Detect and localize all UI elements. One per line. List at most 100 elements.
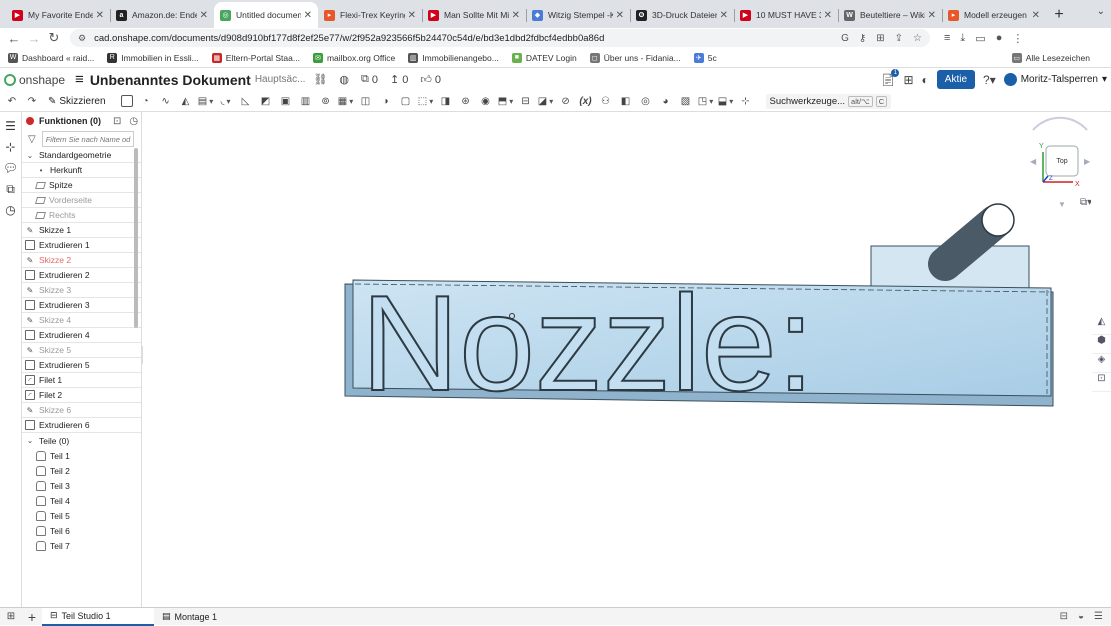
feature-item[interactable]: ✎ Skizze 6	[22, 403, 141, 418]
browser-tab[interactable]: ▸ Modell erzeugen | F✕	[942, 2, 1046, 28]
comments-icon[interactable]: 💬︎	[0, 161, 21, 175]
tab-part-studio-1[interactable]: ⊟ Teil Studio 1	[42, 607, 154, 626]
bookmark-item[interactable]: ✈ 5c	[693, 52, 717, 63]
branch-label[interactable]: Hauptsäc...	[255, 74, 306, 85]
history-icon[interactable]: ◷	[0, 203, 21, 217]
filter-funnel-icon[interactable]: ▽	[28, 134, 36, 145]
notifications-icon[interactable]: 📄︎ 1	[880, 68, 900, 87]
tab-search-chevron-icon[interactable]: ⌄	[1097, 6, 1105, 17]
render-tool-icon[interactable]: ▧	[678, 94, 694, 108]
timer-icon[interactable]: ◷	[129, 116, 138, 127]
parts-panel-icon[interactable]: ⧉	[0, 182, 21, 196]
3d-viewport[interactable]: Nozzle: Top Y X Z ◀ ▶ ▼ ⧉▾	[143, 112, 1092, 607]
versions-counter[interactable]: ⧉ 0	[361, 73, 378, 86]
learning-center-icon[interactable]: ◐	[922, 73, 929, 87]
link-icon[interactable]: ⛓	[313, 73, 327, 86]
forward-arrow-icon[interactable]: →	[24, 31, 44, 46]
tab-assembly-1[interactable]: ▤ Montage 1	[154, 608, 225, 626]
materials-panel-icon[interactable]: ◈	[1092, 354, 1111, 373]
feature-scrollbar[interactable]	[134, 148, 138, 328]
feature-item[interactable]: Extrudieren 2	[22, 268, 141, 283]
chamfer-tool-icon[interactable]: ◺	[238, 94, 254, 108]
all-bookmarks-link[interactable]: ▭ Alle Lesezeichen	[1011, 52, 1090, 63]
hole-tool-icon[interactable]: ⊚	[318, 94, 334, 108]
tab-manager-icon[interactable]: ⊞	[0, 611, 22, 622]
bookmark-item[interactable]: ■ DATEV Login	[511, 52, 577, 63]
close-tab-icon[interactable]: ✕	[408, 10, 416, 21]
rollback-icon[interactable]: ⊡	[113, 116, 121, 127]
close-tab-icon[interactable]: ✕	[96, 10, 104, 21]
pins-counter[interactable]: ↥ 0	[390, 73, 408, 87]
bookmark-star-icon[interactable]: ☆	[913, 33, 922, 44]
download-icon[interactable]: ⤓	[960, 32, 965, 45]
browser-tab[interactable]: W Beuteltiere – Wikipe✕	[838, 2, 942, 28]
google-icon[interactable]: G	[841, 33, 849, 44]
part-item[interactable]: Teil 3	[22, 478, 141, 493]
part-item[interactable]: Teil 7	[22, 538, 141, 553]
translate-icon[interactable]: ⊞	[876, 33, 884, 44]
bookmark-item[interactable]: W Dashboard « raid...	[8, 52, 94, 63]
close-tab-icon[interactable]: ✕	[824, 10, 832, 21]
browser-tab[interactable]: ◆ Witzig Stempel -Käu✕	[526, 2, 630, 28]
view-mode-icon[interactable]: ◒	[1078, 611, 1084, 622]
rotate-left-arrow-icon[interactable]: ◀	[1030, 157, 1037, 166]
section-view-icon[interactable]: ◧	[618, 94, 634, 108]
browser-tab[interactable]: a Amazon.de: Ender-3✕	[110, 2, 214, 28]
add-tab-button[interactable]: +	[22, 609, 42, 625]
plane-tool-icon[interactable]: ◨	[438, 94, 454, 108]
feature-item[interactable]: Extrudieren 6	[22, 418, 141, 433]
new-tab-button[interactable]: +	[1046, 6, 1072, 28]
mirror-tool-icon[interactable]: ◫	[358, 94, 374, 108]
pattern-tool-icon[interactable]: ▦	[338, 94, 354, 108]
browser-tab[interactable]: ▶ My Favorite Ender 3✕	[6, 2, 110, 28]
browser-tab[interactable]: ◎ Untitled document ✕	[214, 2, 318, 28]
user-menu[interactable]: Moritz-Talsperren ▾	[1003, 73, 1107, 86]
search-tools-field[interactable]: Suchwerkzeuge... alt/⌥ C	[765, 93, 892, 109]
undo-icon[interactable]: ↶	[4, 94, 20, 108]
globe-icon[interactable]: ◍	[339, 73, 349, 86]
sweep-tool-icon[interactable]: ∿	[158, 94, 174, 108]
browser-tab[interactable]: ▸ Flexi-Trex Keyring ✕	[318, 2, 422, 28]
view-options-icon[interactable]: ⧉▾	[1080, 197, 1092, 208]
feature-item[interactable]: ✎ Skizze 4	[22, 313, 141, 328]
feature-item[interactable]: ✎ Skizze 3	[22, 283, 141, 298]
profile-icon[interactable]: ●	[996, 32, 1003, 45]
feature-item[interactable]: ✎ Skizze 2	[22, 253, 141, 268]
close-tab-icon[interactable]: ✕	[616, 10, 624, 21]
onshape-logo[interactable]: onshape	[4, 73, 65, 87]
redo-icon[interactable]: ↷	[24, 94, 40, 108]
bookmark-item[interactable]: ▦ Eltern-Portal Staa...	[211, 52, 300, 63]
app-store-icon[interactable]: ⊞	[903, 73, 913, 87]
sketch-button[interactable]: ✎ Skizzieren	[48, 96, 106, 107]
display-states-icon[interactable]: ◳	[698, 94, 714, 108]
close-tab-icon[interactable]: ✕	[200, 10, 208, 21]
feature-item[interactable]: ◜ Filet 1	[22, 373, 141, 388]
draft-tool-icon[interactable]: ◩	[258, 94, 274, 108]
appearance-tool-icon[interactable]: ◕	[658, 94, 674, 108]
media-controls-icon[interactable]: ≡	[944, 32, 950, 45]
feature-item[interactable]: Extrudieren 5	[22, 358, 141, 373]
sheet-metal-icon[interactable]: ⬒	[498, 94, 514, 108]
feature-item[interactable]: Extrudieren 4	[22, 328, 141, 343]
variable-tool-icon[interactable]: ⊘	[558, 94, 574, 108]
likes-counter[interactable]: 👍︎ 0	[420, 73, 441, 87]
selection-filter-icon[interactable]: ⊹	[738, 94, 754, 108]
app-panel-icon[interactable]: ⬢	[1092, 335, 1111, 354]
part-item[interactable]: Teil 6	[22, 523, 141, 538]
split-tool-icon[interactable]: ▢	[398, 94, 414, 108]
part-item[interactable]: Teil 2	[22, 463, 141, 478]
key-icon[interactable]: ⚷	[859, 33, 866, 44]
boolean-tool-icon[interactable]: ◑	[378, 94, 394, 108]
share-button[interactable]: Aktie	[936, 70, 976, 89]
thicken-tool-icon[interactable]: ▤	[198, 94, 214, 108]
configuration-icon[interactable]: ⚇	[598, 94, 614, 108]
feature-list-icon[interactable]: ☰	[0, 119, 21, 133]
measure-tool-icon[interactable]: ◎	[638, 94, 654, 108]
feature-item[interactable]: ◜ Filet 2	[22, 388, 141, 403]
feature-item[interactable]: ⌄ Standardgeometrie	[22, 148, 141, 163]
feature-item[interactable]: ✎ Skizze 1	[22, 223, 141, 238]
loft-tool-icon[interactable]: ◭	[178, 94, 194, 108]
rib-tool-icon[interactable]: ▥	[298, 94, 314, 108]
help-icon[interactable]: ?▾	[983, 73, 996, 87]
part-item[interactable]: Teil 5	[22, 508, 141, 523]
